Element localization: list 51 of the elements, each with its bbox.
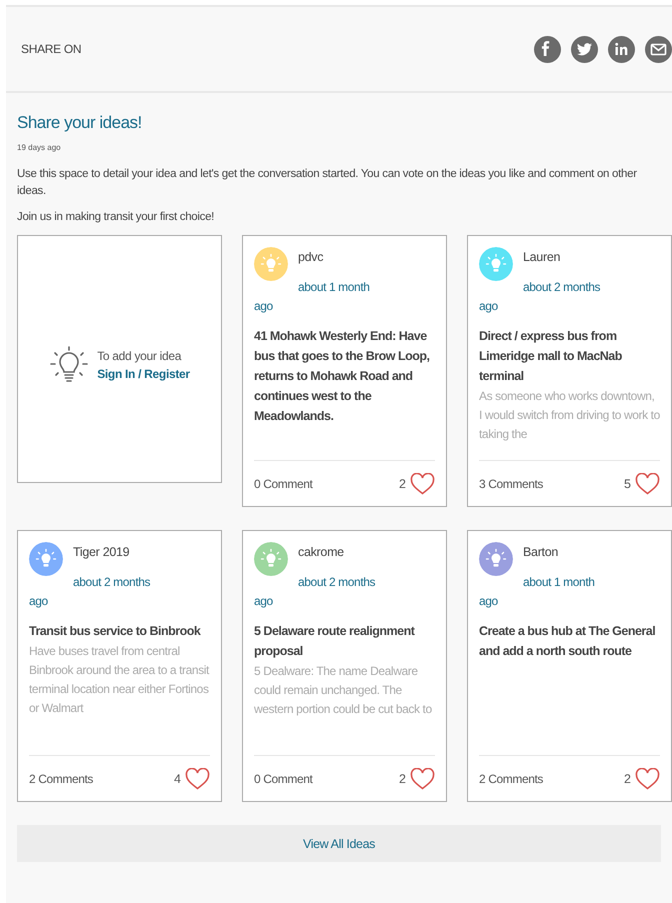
email-icon[interactable] xyxy=(645,36,672,62)
post-time: about 1 month ago xyxy=(254,279,371,316)
like-count: 2 xyxy=(399,476,406,493)
linkedin-icon[interactable] xyxy=(608,36,635,62)
view-all-button[interactable]: View All Ideas xyxy=(17,825,661,862)
comment-count[interactable]: 2 Comments xyxy=(479,770,544,788)
twitter-icon[interactable] xyxy=(571,36,598,62)
post-time: about 2 months ago xyxy=(254,574,376,610)
idea-title: 5 Delaware route realignment proposal xyxy=(254,623,416,660)
post-date: 19 days ago xyxy=(17,142,62,154)
idea-description: Have buses travel from central Binbrook around the area to a transit terminal location near either Fortinos or Walmart xyxy=(29,643,210,718)
lightbulb-icon xyxy=(49,344,90,385)
post-time: about 2 months ago xyxy=(479,279,602,316)
like-count: 5 xyxy=(624,476,631,493)
like-count: 2 xyxy=(624,770,631,788)
comment-count[interactable]: 2 Comments xyxy=(29,770,94,788)
heart-icon[interactable] xyxy=(410,472,435,495)
post-time: about 2 months ago xyxy=(29,574,152,610)
idea-title: Direct / express bus from Limeridge mall to MacNab terminal xyxy=(479,328,623,386)
idea-card[interactable]: Barton about 1 month ago Create a bus hub at The General and add a north south route 2 Comments 2 xyxy=(467,530,672,802)
idea-card[interactable]: Lauren about 2 months ago Direct / express bus from Limeridge mall to MacNab terminal As someone who works downtown, I would switch from driving to work to taking the 3 Comments 5 xyxy=(467,235,672,508)
author-name: pdvc xyxy=(297,249,324,266)
section-title: Share your ideas! xyxy=(17,113,143,134)
like-count: 2 xyxy=(399,770,406,788)
intro-paragraph: Use this space to detail your idea and let's get the conversation started. You can vote on the ideas you like and comment on other ideas. xyxy=(17,167,638,200)
post-time: about 1 month ago xyxy=(479,574,596,610)
comment-count[interactable]: 0 Comment xyxy=(254,474,312,493)
idea-description: 5 Dealware: The name Dealware could remain unchanged. The western portion could be cut back to xyxy=(254,663,433,718)
author-name: cakrome xyxy=(297,544,345,562)
author-name: Tiger 2019 xyxy=(72,544,130,562)
intro-paragraph: Join us in making transit your first choice! xyxy=(17,210,216,226)
idea-card[interactable]: cakrome about 2 months ago 5 Delaware route realignment proposal 5 Dealware: The name Dealware could remain unchanged. The western portion could be cut back to 0 Comment 2 xyxy=(242,530,447,802)
idea-title: Transit bus service to Binbrook xyxy=(29,623,202,640)
heart-icon[interactable] xyxy=(185,768,210,790)
author-name: Barton xyxy=(522,544,560,562)
facebook-icon[interactable] xyxy=(534,36,561,62)
idea-card[interactable]: Tiger 2019 about 2 months ago Transit bus service to Binbrook Have buses travel from central Binbrook around the area to a transit terminal location near either Fortinos or Walmart 2 Comments 4 xyxy=(17,530,222,802)
idea-title: Create a bus hub at The General and add a north south route xyxy=(479,623,656,660)
idea-card[interactable]: pdvc about 1 month ago 41 Mohawk Westerly End: Have bus that goes to the Brow Loop, returns to Mohawk Road and continues west to the Meadowlands. 0 Comment 2 xyxy=(242,235,447,508)
comment-count[interactable]: 3 Comments xyxy=(479,474,544,493)
like-count: 4 xyxy=(174,770,181,788)
sign-in-link[interactable]: Sign In / Register xyxy=(97,364,190,383)
idea-description: As someone who works downtown, I would switch from driving to work to taking the xyxy=(479,388,660,444)
heart-icon[interactable] xyxy=(635,472,660,495)
idea-title: 41 Mohawk Westerly End: Have bus that goes to the Brow Loop, returns to Mohawk Road and continues west to the Meadowlands. xyxy=(254,328,430,426)
heart-icon[interactable] xyxy=(410,768,435,790)
comment-count[interactable]: 0 Comment xyxy=(254,770,312,788)
heart-icon[interactable] xyxy=(635,768,660,790)
share-label: SHARE ON xyxy=(21,41,82,58)
author-name: Lauren xyxy=(522,249,562,266)
add-idea-prompt: To add your idea xyxy=(97,348,182,365)
